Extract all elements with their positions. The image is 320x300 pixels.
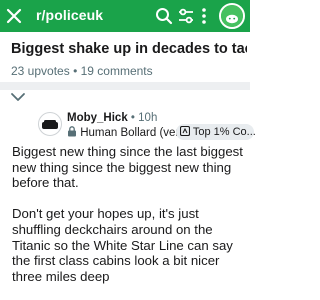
top-contributor-badge[interactable]: Top 1% Co... xyxy=(176,124,256,140)
meta-separator: • xyxy=(73,64,81,78)
comment-count: 19 comments xyxy=(80,64,153,78)
more-icon[interactable] xyxy=(200,6,208,26)
filter-icon[interactable] xyxy=(176,6,196,26)
comment-body: Biggest new thing since the last biggest… xyxy=(12,144,248,300)
divider xyxy=(0,82,250,90)
lock-icon xyxy=(68,126,76,137)
comment-paragraph: Don't get your hopes up, it's just shuff… xyxy=(12,206,233,284)
commenter-avatar[interactable] xyxy=(38,112,62,136)
top-bar: r/policeuk xyxy=(0,0,250,32)
close-icon[interactable] xyxy=(4,6,24,26)
comment-header: Moby_Hick • 10h xyxy=(67,112,157,124)
subreddit-title[interactable]: r/policeuk xyxy=(36,7,103,23)
search-icon[interactable] xyxy=(154,6,174,26)
avatar[interactable] xyxy=(219,3,245,29)
upvote-count: 23 upvotes xyxy=(11,64,70,78)
trophy-icon xyxy=(179,125,191,137)
chevron-down-icon[interactable] xyxy=(10,92,26,102)
comment-age: 10h xyxy=(138,112,158,124)
badge-text: Top 1% Co... xyxy=(192,126,256,138)
post-meta: 23 upvotes • 19 comments xyxy=(11,64,153,78)
post-title[interactable]: Biggest shake up in decades to tackle lo… xyxy=(11,41,247,57)
comment-paragraph: Biggest new thing since the last biggest… xyxy=(12,144,243,191)
comment-username[interactable]: Moby_Hick xyxy=(67,112,128,124)
